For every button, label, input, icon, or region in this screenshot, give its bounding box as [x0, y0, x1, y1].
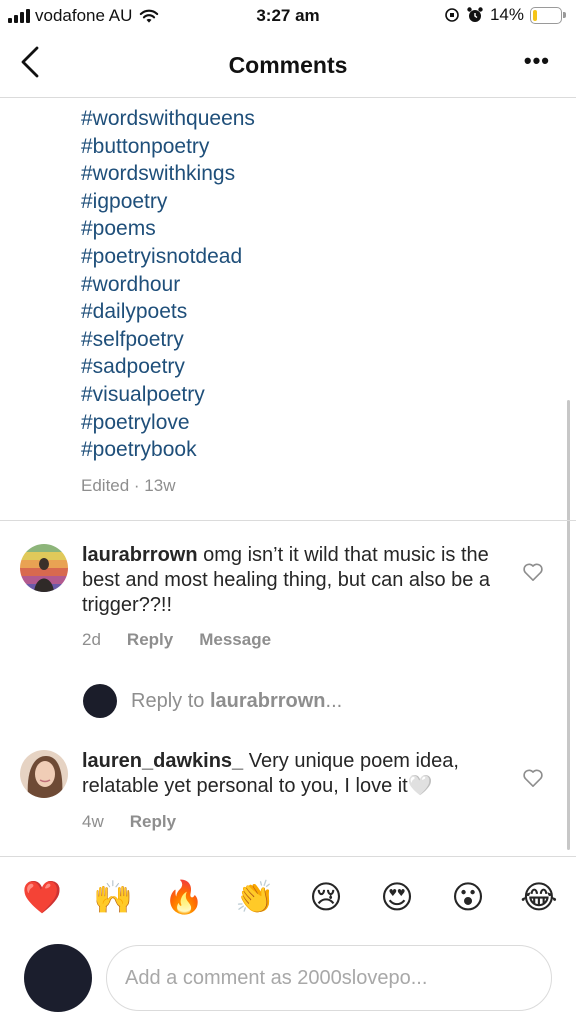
hashtag-link[interactable]: #sadpoetry — [81, 353, 255, 381]
tears-of-joy-emoji-button[interactable]: 😂 — [519, 877, 559, 917]
caption-comment: #wordswithqueens #buttonpoetry #wordswithk… — [0, 99, 576, 519]
hashtag-link[interactable]: #poetrylove — [81, 409, 255, 437]
page-title: Comments — [228, 52, 348, 78]
battery-percent: 14% — [489, 5, 524, 24]
battery-fill — [533, 9, 537, 21]
comment-time: 4w — [82, 812, 104, 831]
comment-time: 2d — [82, 630, 101, 649]
comment-username[interactable]: lauren_dawkins_ — [82, 750, 243, 772]
orientation-lock-icon — [445, 8, 459, 22]
hashtag-link[interactable]: #buttonpoetry — [81, 133, 255, 161]
comments-header: Comments ••• — [0, 34, 576, 98]
comment-meta: 2d Reply Message — [82, 630, 271, 650]
status-right: 14% — [444, 5, 566, 25]
reply-prompt-text[interactable]: Reply to laurabrrown... — [131, 690, 342, 713]
heart-outline-icon[interactable] — [522, 562, 544, 582]
reply-username: laurabrrown — [209, 689, 326, 712]
profile-photo-avatar-image — [20, 750, 68, 798]
rainbow-avatar-image — [20, 544, 68, 592]
alarm-icon — [467, 7, 483, 22]
heart-eyes-emoji-button[interactable]: 😍 — [377, 877, 417, 917]
crying-face-emoji-button[interactable]: 😢 — [306, 877, 346, 917]
fire-emoji-button[interactable]: 🔥 — [164, 877, 204, 917]
clapping-hands-emoji-button[interactable]: 👏 — [235, 877, 275, 917]
hashtag-link[interactable]: #dailypoets — [81, 298, 255, 326]
avatar[interactable] — [20, 544, 68, 592]
comment-meta: 4w Reply — [82, 812, 176, 832]
message-button[interactable]: Message — [199, 630, 271, 650]
hashtag-link[interactable]: #igpoetry — [81, 188, 255, 216]
hashtag-link[interactable]: #poetrybook — [81, 436, 255, 464]
reply-button[interactable]: Reply — [127, 630, 173, 650]
reply-suffix: ... — [325, 689, 343, 712]
heart-outline-icon[interactable] — [522, 768, 544, 788]
hashtag-link[interactable]: #visualpoetry — [81, 381, 255, 409]
hashtag-link[interactable]: #selfpoetry — [81, 326, 255, 354]
raising-hands-emoji-button[interactable]: 🙌 — [93, 877, 133, 917]
hashtag-list: #wordswithqueens #buttonpoetry #wordswithk… — [81, 105, 255, 464]
caption-meta: Edited · 13w — [81, 476, 176, 495]
reply-prompt[interactable]: Reply to laurabrrown... — [83, 684, 342, 718]
comment-body: laurabrrown omg isn’t it wild that music… — [82, 543, 502, 618]
hashtag-link[interactable]: #wordswithkings — [81, 160, 255, 188]
comment-input[interactable] — [106, 945, 552, 1011]
avatar[interactable] — [20, 750, 68, 798]
battery-icon — [530, 6, 566, 24]
more-options-button[interactable]: ••• — [524, 48, 550, 74]
hashtag-link[interactable]: #wordswithqueens — [81, 105, 255, 133]
surprised-face-emoji-button[interactable]: 😮 — [448, 877, 488, 917]
hashtag-link[interactable]: #wordhour — [81, 271, 255, 299]
comment-username[interactable]: laurabrrown — [82, 544, 198, 566]
emoji-reaction-bar: ❤️ 🙌 🔥 👏 😢 😍 😮 😂 — [0, 856, 576, 936]
avatar — [24, 944, 92, 1012]
status-bar: vodafone AU 3:27 am 14% — [0, 0, 576, 34]
scrollbar[interactable] — [567, 400, 570, 850]
comment-body: lauren_dawkins_ Very unique poem idea, r… — [82, 749, 512, 799]
hashtag-link[interactable]: #poetryisnotdead — [81, 243, 255, 271]
reply-prefix: Reply to — [131, 689, 205, 712]
divider — [0, 520, 576, 521]
red-heart-emoji-button[interactable]: ❤️ — [22, 877, 62, 917]
avatar — [83, 684, 117, 718]
hashtag-link[interactable]: #poems — [81, 215, 255, 243]
reply-button[interactable]: Reply — [130, 812, 176, 832]
